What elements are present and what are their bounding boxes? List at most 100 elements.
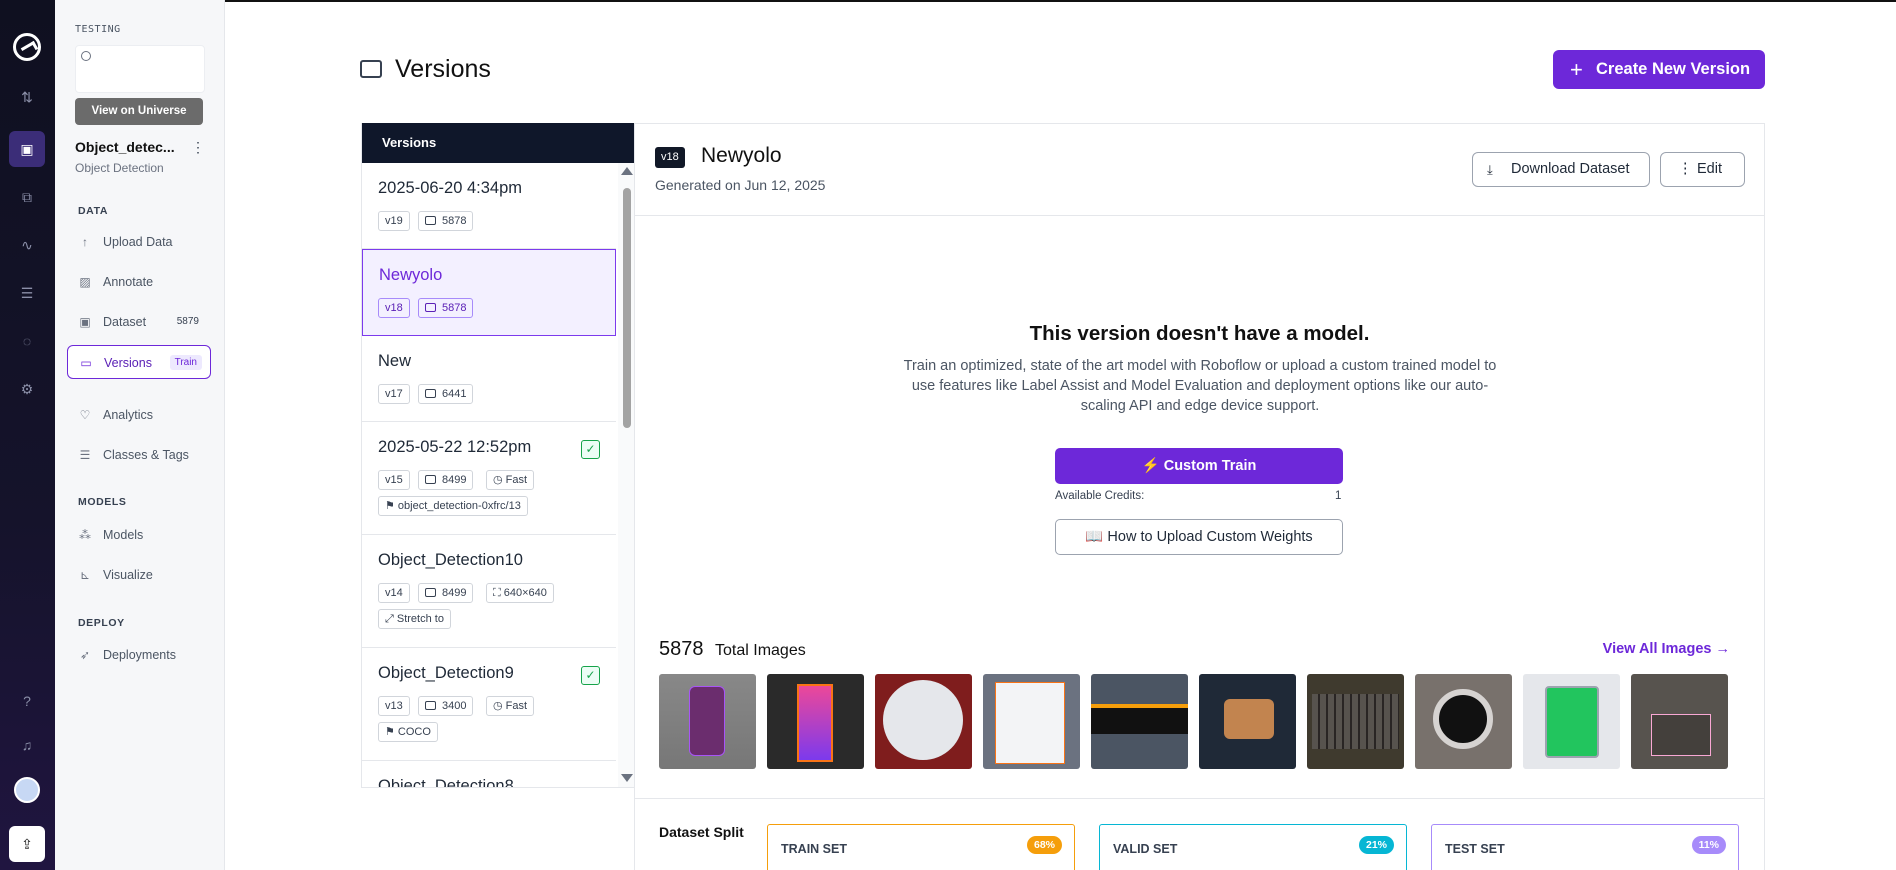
sidebar-item-analytics[interactable]: ♡ Analytics	[67, 398, 211, 432]
image-thumbnail[interactable]	[767, 674, 864, 769]
versions-scrollbar[interactable]	[618, 163, 634, 787]
checkpoint-chip: ⚑ COCO	[378, 722, 438, 742]
image-count-chip: 5878	[418, 298, 474, 318]
hand-shape	[1224, 699, 1274, 739]
image-thumbnail[interactable]	[659, 674, 756, 769]
image-thumbnail[interactable]	[1415, 674, 1512, 769]
image-thumbnail[interactable]	[875, 674, 972, 769]
header-divider	[635, 215, 1764, 216]
phone-shape	[797, 684, 833, 762]
scroll-up-icon[interactable]	[621, 167, 633, 175]
chart-icon: ⊾	[79, 568, 91, 582]
train-tag: Train	[169, 355, 202, 370]
project-type: Object Detection	[75, 161, 164, 175]
image-icon	[425, 216, 436, 225]
sidebar-item-upload-data[interactable]: ↑ Upload Data	[67, 225, 211, 259]
version-item[interactable]: 2025-06-20 4:34pm v19 5878	[362, 163, 616, 249]
flag-icon: ⚑	[385, 726, 398, 738]
sidebar-item-deployments[interactable]: ➶ Deployments	[67, 638, 211, 672]
dataset-split-label: Dataset Split	[659, 824, 744, 840]
universe-icon[interactable]: ◌	[9, 323, 45, 359]
monitoring-icon[interactable]: ∿	[9, 227, 45, 263]
version-item[interactable]: Object_Detection9 ✓ v13 3400 ◷ Fast ⚑ CO…	[362, 648, 616, 761]
trained-check-icon: ✓	[581, 440, 600, 459]
images-divider	[635, 798, 1764, 799]
custom-train-button[interactable]: ⚡ Custom Train	[1055, 448, 1343, 484]
image-thumbnail[interactable]	[1199, 674, 1296, 769]
switch-icon[interactable]: ⇅	[9, 79, 45, 115]
create-new-version-button[interactable]: + Create New Version	[1553, 50, 1765, 89]
version-item[interactable]: New v17 6441	[362, 336, 616, 422]
speed-chip: ◷ Fast	[486, 696, 535, 716]
version-chip: v14	[378, 583, 410, 603]
upload-icon: ↑	[82, 235, 88, 249]
image-thumbnail[interactable]	[983, 674, 1080, 769]
workflows-icon[interactable]: ⧉	[9, 179, 45, 215]
project-menu-icon[interactable]: ⋮	[191, 139, 205, 156]
project-thumbnail[interactable]	[75, 45, 205, 93]
plus-icon: +	[1570, 57, 1583, 82]
image-count-chip: 5878	[418, 211, 474, 231]
image-thumbnail[interactable]	[1091, 674, 1188, 769]
version-item[interactable]: Object_Detection8	[362, 761, 616, 787]
version-chip: v15	[378, 470, 410, 490]
version-item[interactable]: 2025-05-22 12:52pm ✓ v15 8499 ◷ Fast ⚑ o…	[362, 422, 616, 535]
upload-icon[interactable]: ⇪	[9, 826, 45, 862]
dataset-count: 5879	[176, 316, 199, 327]
knife-shape	[995, 682, 1065, 764]
kebab-icon: ⋮	[1678, 161, 1693, 177]
folder-icon: ▭	[80, 356, 92, 370]
workspace-label: TESTING	[75, 24, 121, 35]
valid-set-card: VALID SET 21%	[1099, 824, 1407, 870]
project-sidebar: TESTING View on Universe Object_detec...…	[55, 0, 225, 870]
scrollbar-thumb[interactable]	[623, 188, 631, 428]
test-set-percent: 11%	[1691, 836, 1726, 854]
icon-rail: ⇅ ▣ ⧉ ∿ ☰ ◌ ⚙ ? ♫ ⇪	[0, 0, 55, 870]
projects-icon[interactable]: ▣	[9, 131, 45, 167]
flag-icon: ⚑	[385, 500, 398, 512]
avatar[interactable]	[14, 777, 40, 803]
sidebar-item-dataset[interactable]: ▣ Dataset 5879	[67, 305, 211, 339]
deployments-icon[interactable]: ☰	[9, 275, 45, 311]
project-name[interactable]: Object_detec...	[75, 139, 175, 155]
speed-chip: ◷ Fast	[486, 470, 535, 490]
list-icon: ☰	[79, 448, 91, 462]
image-thumbnail[interactable]	[1523, 674, 1620, 769]
download-dataset-button[interactable]: ⤓ Download Dataset	[1472, 152, 1650, 187]
no-model-title: This version doesn't have a model.	[1029, 322, 1370, 345]
globe-icon	[81, 51, 91, 61]
version-item[interactable]: Object_Detection10 v14 8499 ⛶ 640×640 ⤢ …	[362, 535, 616, 648]
image-thumbnail[interactable]	[1307, 674, 1404, 769]
roboflow-logo-icon[interactable]	[13, 33, 41, 61]
page-title: Versions	[395, 55, 491, 83]
trained-check-icon: ✓	[581, 666, 600, 685]
train-set-percent: 68%	[1026, 836, 1062, 854]
train-set-card: TRAIN SET 68%	[767, 824, 1075, 870]
version-item-selected[interactable]: Newyolo v18 5878	[362, 249, 616, 336]
settings-icon[interactable]: ⚙	[9, 371, 45, 407]
jar-shape	[689, 686, 725, 756]
annotate-icon: ▨	[79, 275, 91, 289]
sidebar-item-classes-tags[interactable]: ☰ Classes & Tags	[67, 438, 211, 472]
image-icon	[425, 588, 436, 597]
edit-button[interactable]: ⋮ Edit	[1660, 152, 1745, 187]
section-deploy: DEPLOY	[78, 617, 125, 629]
folder-icon	[360, 60, 382, 78]
view-all-images-link[interactable]: View All Images →	[1603, 641, 1730, 657]
view-on-universe-button[interactable]: View on Universe	[75, 98, 203, 125]
sidebar-item-visualize[interactable]: ⊾ Visualize	[67, 558, 211, 592]
resize-icon: ⛶	[493, 587, 504, 599]
notifications-icon[interactable]: ♫	[9, 727, 45, 763]
image-icon	[425, 475, 436, 484]
sidebar-item-versions[interactable]: ▭ Versions Train	[67, 345, 211, 379]
sidebar-item-models[interactable]: ⁂ Models	[67, 518, 211, 552]
image-icon	[425, 701, 436, 710]
versions-list-heading: Versions	[362, 123, 634, 163]
upload-custom-weights-button[interactable]: 📖 How to Upload Custom Weights	[1055, 519, 1343, 555]
help-icon[interactable]: ?	[9, 683, 45, 719]
image-thumbnail[interactable]	[1631, 674, 1728, 769]
sidebar-item-annotate[interactable]: ▨ Annotate	[67, 265, 211, 299]
image-icon	[425, 389, 436, 398]
timer-icon: ◷	[493, 700, 506, 712]
scroll-down-icon[interactable]	[621, 774, 633, 782]
